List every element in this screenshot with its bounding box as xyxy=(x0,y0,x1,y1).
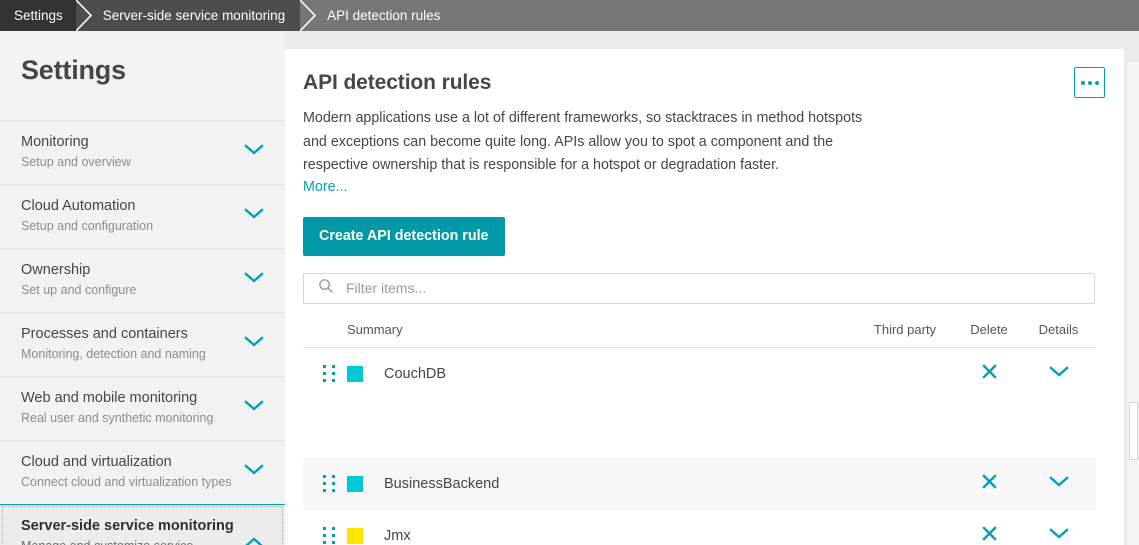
rule-name: Jmx xyxy=(384,527,411,544)
kebab-dot-icon xyxy=(1080,80,1085,85)
sidebar-item-server-side-service-monitoring[interactable]: Server-side service monitoring Manage an… xyxy=(0,504,285,545)
more-options-button[interactable] xyxy=(1074,67,1105,98)
sidebar-item-processes-and-containers[interactable]: Processes and containers Monitoring, det… xyxy=(0,312,285,376)
delete-button[interactable] xyxy=(981,363,998,384)
chevron-down-icon xyxy=(244,271,264,289)
breadcrumb-label: Settings xyxy=(14,8,63,23)
sidebar-item-monitoring[interactable]: Monitoring Setup and overview xyxy=(0,120,285,184)
table-row[interactable]: CouchDB xyxy=(303,347,1096,400)
delete-button[interactable] xyxy=(981,525,998,545)
sidebar-item-cloud-automation[interactable]: Cloud Automation Setup and configuration xyxy=(0,184,285,248)
rule-name: CouchDB xyxy=(384,365,447,382)
sidebar-item-label: Cloud and virtualization xyxy=(21,454,172,470)
column-header-details: Details xyxy=(1038,321,1079,337)
details-expand-button[interactable] xyxy=(1048,527,1069,544)
sidebar-nav-list: Monitoring Setup and overview Cloud Auto… xyxy=(0,120,285,545)
color-swatch xyxy=(347,527,363,544)
drag-handle-icon[interactable] xyxy=(323,527,336,544)
content-card: API detection rules Modern applications … xyxy=(285,49,1124,545)
create-api-detection-rule-button[interactable]: Create API detection rule xyxy=(303,216,505,256)
page-description: Modern applications use a lot of differe… xyxy=(303,110,863,173)
breadcrumb: Settings Server-side service monitoring … xyxy=(0,0,1139,31)
kebab-dot-icon xyxy=(1087,80,1092,85)
breadcrumb-item-server-side-service-monitoring[interactable]: Server-side service monitoring xyxy=(76,0,317,31)
sidebar-item-sublabel: Real user and synthetic monitoring xyxy=(21,411,214,425)
sidebar-item-sublabel: Monitoring, detection and naming xyxy=(21,347,206,361)
sidebar-item-label: Server-side service monitoring xyxy=(21,518,234,534)
sidebar-title: Settings xyxy=(21,55,126,85)
scrollbar-thumb[interactable] xyxy=(1129,402,1138,460)
sidebar-item-sublabel: Setup and overview xyxy=(21,155,131,169)
sidebar-item-cloud-and-virtualization[interactable]: Cloud and virtualization Connect cloud a… xyxy=(0,440,285,504)
drag-spacer xyxy=(303,400,1096,458)
page-title: API detection rules xyxy=(303,71,492,94)
details-expand-button[interactable] xyxy=(1048,365,1069,382)
sidebar-item-label: Ownership xyxy=(21,262,91,278)
breadcrumb-item-settings[interactable]: Settings xyxy=(0,0,92,31)
sidebar-item-web-and-mobile-monitoring[interactable]: Web and mobile monitoring Real user and … xyxy=(0,376,285,440)
table-header-row: Summary Third party Delete Details xyxy=(303,322,1096,348)
sidebar-item-sublabel: Set up and configure xyxy=(21,283,137,297)
color-swatch xyxy=(347,365,363,382)
color-swatch xyxy=(347,475,363,492)
breadcrumb-item-api-detection-rules: API detection rules xyxy=(301,0,1139,31)
breadcrumb-separator-icon xyxy=(75,0,92,31)
filter-input[interactable] xyxy=(346,280,1094,296)
rule-name: BusinessBackend xyxy=(384,475,500,492)
api-rules-table: Summary Third party Delete Details Couch… xyxy=(303,322,1096,545)
sidebar-item-label: Cloud Automation xyxy=(21,198,136,214)
sidebar-item-label: Monitoring xyxy=(21,134,89,150)
column-header-delete: Delete xyxy=(970,321,1008,337)
sidebar-item-label: Web and mobile monitoring xyxy=(21,390,198,406)
chevron-down-icon xyxy=(244,463,264,481)
main-content: API detection rules Modern applications … xyxy=(285,31,1139,545)
chevron-down-icon xyxy=(244,335,264,353)
delete-button[interactable] xyxy=(981,473,998,494)
chevron-down-icon xyxy=(244,143,264,161)
drag-handle-icon[interactable] xyxy=(323,365,336,382)
chevron-down-icon xyxy=(244,207,264,225)
sidebar-item-sublabel: Manage and customize service monitoring xyxy=(21,537,234,545)
more-link[interactable]: More... xyxy=(303,179,348,195)
breadcrumb-label: API detection rules xyxy=(327,8,441,23)
column-header-third-party: Third party xyxy=(873,321,937,337)
breadcrumb-label: Server-side service monitoring xyxy=(102,8,286,23)
sidebar-item-sublabel: Connect cloud and virtualization types xyxy=(21,475,232,489)
search-icon xyxy=(318,278,334,299)
details-expand-button[interactable] xyxy=(1048,475,1069,492)
vertical-scrollbar[interactable] xyxy=(1126,62,1139,545)
chevron-up-icon xyxy=(244,536,264,545)
breadcrumb-separator-icon xyxy=(300,0,317,31)
chevron-down-icon xyxy=(244,399,264,417)
sidebar-item-label: Processes and containers xyxy=(21,326,188,342)
filter-field[interactable] xyxy=(303,272,1095,304)
table-row[interactable]: BusinessBackend xyxy=(303,457,1096,510)
table-row[interactable]: Jmx xyxy=(303,509,1096,545)
column-header-summary: Summary xyxy=(347,321,403,337)
sidebar-item-sublabel: Setup and configuration xyxy=(21,219,154,233)
sidebar: Settings Monitoring Setup and overview C… xyxy=(0,31,285,545)
kebab-dot-icon xyxy=(1094,80,1099,85)
drag-handle-icon[interactable] xyxy=(323,475,336,492)
sidebar-item-ownership[interactable]: Ownership Set up and configure xyxy=(0,248,285,312)
